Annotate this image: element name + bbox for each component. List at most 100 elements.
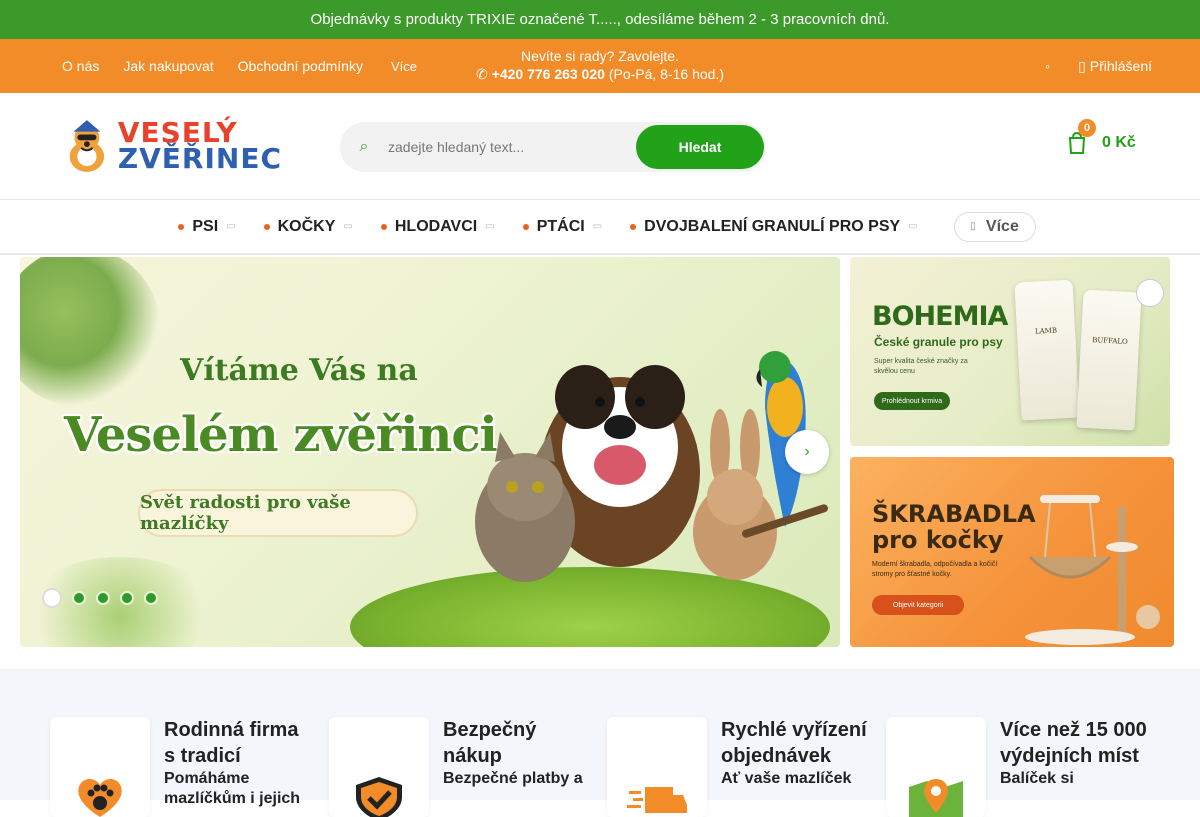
feature-pickup: Více než 15 000 výdejních míst Balíček s… (886, 717, 1160, 817)
login-button[interactable]: ▯ Přihlášení (1078, 58, 1152, 75)
feature-subtitle: Balíček si (1000, 770, 1074, 787)
cart[interactable]: 0 0 Kč (1066, 119, 1136, 155)
top-more-button[interactable]: ⋯ Více (22, 58, 417, 382)
language-icon[interactable]: ◦ (1045, 58, 1050, 74)
scratchers-description: Moderní škrabadla, odpočívadla a kočičí … (872, 561, 998, 578)
map-pin-icon (909, 779, 963, 817)
phone-number[interactable]: +420 776 263 020 (492, 66, 605, 82)
banner-bohemia[interactable]: BOHEMIA České granule pro psy Super kval… (850, 257, 1170, 446)
search-button[interactable]: Hledat (636, 125, 764, 169)
nav-item-rodents[interactable]: HLODAVCI ▭ (367, 218, 509, 236)
top-links: O nás Jak nakupovat Obchodní podmínky ⋯ … (22, 58, 417, 382)
feature-subtitle: Pomáháme mazlíčkům i jejich (164, 770, 301, 807)
search-input[interactable] (388, 139, 628, 155)
feature-icon-box (886, 717, 986, 817)
top-link-about[interactable]: O nás (62, 58, 99, 74)
slider-dot[interactable] (96, 591, 110, 605)
banner-scratchers[interactable]: ŠKRABADLA pro kočky Moderní škrabadla, o… (850, 457, 1174, 647)
top-bar: O nás Jak nakupovat Obchodní podmínky ⋯ … (0, 39, 1200, 382)
hero-slider[interactable]: Vítáme Vás na Veselém zvěřinci Svět rado… (20, 257, 840, 647)
nav-bullet (178, 223, 185, 230)
food-bag-image: LAMB (1014, 279, 1080, 421)
more-icon: ▯ (970, 221, 976, 232)
bohemia-subtitle: České granule pro psy (874, 335, 1003, 349)
top-link-terms[interactable]: Obchodní podmínky (238, 58, 363, 74)
promo-text: Objednávky s produkty TRIXIE označené T.… (310, 11, 890, 28)
header: VESELÝ ZVĚŘINEC ⌕ Hledat 0 0 Kč (0, 93, 1200, 200)
nav-bullet (522, 223, 529, 230)
heart-paw-icon (78, 778, 122, 817)
bag-label: BUFFALO (1092, 336, 1128, 346)
slider-next-button[interactable]: › (785, 430, 829, 474)
nav-item-label: KOČKY (277, 217, 336, 235)
features-strip: Rodinná firma s tradicí Pomáháme mazlíčk… (0, 669, 1200, 817)
feature-title: Rychlé vyřízení objednávek (721, 719, 867, 767)
feature-subtitle: Bezpečné platby a (443, 770, 583, 787)
bohemia-button[interactable]: Prohlédnout krmiva (874, 392, 950, 410)
cart-icon: 0 (1066, 119, 1096, 155)
nav-item-birds[interactable]: PTÁCI ▭ (509, 218, 616, 236)
nav-more-label: Více (985, 217, 1019, 235)
czech-quality-badge-icon (1136, 279, 1164, 307)
top-link-how-to-buy[interactable]: Jak nakupovat (123, 58, 213, 74)
search-bar: ⌕ Hledat (340, 122, 766, 172)
chevron-down-icon: ▭ (592, 221, 603, 232)
feature-icon-box (329, 717, 429, 817)
login-label: Přihlášení (1089, 57, 1152, 74)
nav-bullet (630, 223, 637, 230)
bohemia-description: Super kvalita české značky za skvělou ce… (874, 358, 968, 375)
nav-item-label: HLODAVCI (394, 217, 478, 235)
hero-title-line1: Vítáme Vás na (180, 353, 418, 388)
banner-area: Vítáme Vás na Veselém zvěřinci Svět rado… (0, 257, 1200, 647)
chevron-down-icon: ▭ (343, 221, 353, 232)
slider-dots (42, 588, 158, 608)
nav-item-label: DVOJBALENÍ GRANULÍ PRO PSY (644, 217, 901, 235)
slider-dot[interactable] (72, 591, 86, 605)
pets-illustration (475, 351, 828, 582)
promo-bar: Objednávky s produkty TRIXIE označené T.… (0, 0, 1200, 39)
nav-item-label: PTÁCI (536, 217, 585, 235)
feature-title: Více než 15 000 výdejních míst (1000, 719, 1147, 767)
top-right: ◦ ▯ Přihlášení (1045, 58, 1152, 75)
feature-subtitle: Ať vaše mazlíček (721, 770, 852, 787)
chevron-right-icon: › (804, 443, 810, 460)
scratchers-button[interactable]: Objevit kategorii (872, 595, 964, 615)
hero-subtitle: Svět radosti pro vaše mazlíčky (138, 489, 418, 537)
bag-label: LAMB (1034, 326, 1058, 336)
cart-total: 0 Kč (1102, 134, 1136, 151)
search-icon: ⌕ (359, 138, 369, 155)
shield-check-icon (356, 777, 402, 817)
nav-bullet (380, 223, 387, 230)
nav-item-dogs[interactable]: PSI ▭ (164, 218, 249, 236)
user-icon: ▯ (1078, 57, 1086, 74)
hero-title-line2: Veselém zvěřinci (64, 407, 498, 463)
feature-icon-box (607, 717, 707, 817)
feature-family: Rodinná firma s tradicí Pomáháme mazlíčk… (50, 717, 314, 817)
nav-more-button[interactable]: ▯ Více (953, 211, 1036, 242)
feature-secure: Bezpečný nákup Bezpečné platby a (329, 717, 583, 817)
phone-icon: ✆ (476, 66, 488, 82)
nav-item-cats[interactable]: KOČKY ▭ (250, 218, 367, 236)
leaves-decoration (20, 257, 160, 407)
chevron-down-icon: ▭ (485, 221, 495, 232)
chevron-down-icon: ▭ (226, 221, 236, 232)
cat-tree-image (1025, 495, 1160, 645)
slider-dot[interactable] (144, 591, 158, 605)
feature-icon-box (50, 717, 150, 817)
nav-item-label: PSI (192, 217, 219, 235)
slider-dot[interactable] (42, 588, 62, 608)
logo-text-line2: ZVĚŘINEC (117, 142, 282, 175)
cart-count-badge: 0 (1078, 119, 1096, 137)
top-more-label: Více (390, 58, 417, 74)
logo[interactable]: VESELÝ ZVĚŘINEC (62, 115, 282, 177)
slider-dot[interactable] (120, 591, 134, 605)
dog-mascot-icon (69, 120, 105, 172)
feature-fast: Rychlé vyřízení objednávek Ať vaše mazlí… (607, 717, 871, 817)
nav-item-double-packs[interactable]: DVOJBALENÍ GRANULÍ PRO PSY ▭ (616, 218, 931, 236)
chevron-down-icon: ▭ (908, 221, 918, 232)
delivery-truck-icon (627, 787, 687, 813)
feature-title: Rodinná firma s tradicí (164, 719, 299, 767)
main-nav: PSI ▭ KOČKY ▭ HLODAVCI ▭ PTÁCI ▭ DVOJBAL… (0, 200, 1200, 255)
phone-hours: (Po-Pá, 8-16 hod.) (608, 66, 724, 82)
bohemia-title: BOHEMIA (872, 301, 1008, 332)
